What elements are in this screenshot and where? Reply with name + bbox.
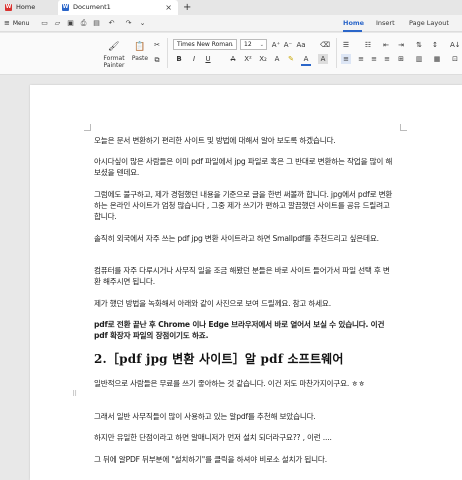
section-heading[interactable]: 2.［pdf jpg 변환 사이트］알 pdf 소프트웨어 xyxy=(94,350,344,367)
font-name-value: Times New Roman xyxy=(177,41,233,48)
paragraph[interactable]: 아시다싶이 많은 사람들은 이미 pdf 파일에서 jpg 파일로 혹은 그 반… xyxy=(94,156,396,178)
ribbon-separator xyxy=(167,38,168,68)
highlight-icon[interactable]: ✎ xyxy=(286,54,296,64)
italic-icon[interactable]: I xyxy=(189,54,199,64)
superscript-icon[interactable]: X² xyxy=(243,54,253,64)
paragraph[interactable]: 그럼에도 불구하고, 제가 경험했던 내용을 기준으로 글을 한번 써볼까 합니… xyxy=(94,189,396,222)
format-painter-label[interactable]: Format Painter xyxy=(100,55,128,69)
columns-icon[interactable]: ▥ xyxy=(414,54,424,64)
paragraph[interactable]: 일반적으로 사람들은 무료를 쓰기 좋아하는 것 같습니다. 이건 저도 마찬가… xyxy=(94,378,396,389)
justify-icon[interactable]: ≡ xyxy=(382,54,392,64)
sort-icon[interactable]: ⇅ xyxy=(414,40,424,50)
align-left-icon[interactable]: ≡ xyxy=(341,54,351,64)
text-effect-icon[interactable]: A xyxy=(272,54,282,64)
chevron-down-icon: ⌄ xyxy=(229,42,234,48)
tab-insert[interactable]: Insert xyxy=(376,19,395,27)
font-color-icon[interactable]: A xyxy=(301,54,311,66)
paragraph[interactable]: 그래서 일반 사무직들이 많이 사용하고 있는 알pdf를 추천해 보았습니다. xyxy=(94,411,396,422)
new-file-icon[interactable]: ▭ xyxy=(40,19,49,27)
paragraph[interactable]: 그 뒤에 알PDF 뒤부분에 "설치하기"를 클릭을 하셔야 비로소 설치가 됩… xyxy=(94,454,396,465)
paragraph[interactable]: 제가 했던 방법을 녹화해서 아래와 같이 사진으로 보여 드릴께요. 참고 하… xyxy=(94,298,396,309)
format-painter-icon[interactable]: 🖌 xyxy=(108,42,119,52)
sort-az-icon[interactable]: A↓ xyxy=(450,40,461,50)
add-tab-button[interactable]: + xyxy=(183,0,191,15)
wps-logo-icon: W xyxy=(5,4,12,11)
close-tab-icon[interactable]: × xyxy=(165,0,172,15)
copy-icon[interactable]: ⧉ xyxy=(152,55,162,65)
ribbon-separator xyxy=(336,38,337,68)
distribute-icon[interactable]: ⊞ xyxy=(396,54,406,64)
word-doc-icon: W xyxy=(62,4,69,11)
chevron-down-icon: ⌄ xyxy=(259,42,264,48)
tab-home-label: Home xyxy=(16,3,36,11)
menu-label: Menu xyxy=(12,19,30,27)
margin-corner-marker xyxy=(84,124,91,131)
paste-icon[interactable]: 📋 xyxy=(134,42,145,52)
tab-document-label: Document1 xyxy=(73,3,111,11)
line-spacing-icon[interactable]: ↕ xyxy=(430,40,440,50)
menu-button[interactable]: ≡ Menu xyxy=(4,19,29,27)
increase-indent-icon[interactable]: ⇥ xyxy=(396,40,406,50)
align-right-icon[interactable]: ≡ xyxy=(369,54,379,64)
active-tab-indicator xyxy=(343,30,362,32)
print-icon[interactable]: ⎙ xyxy=(79,19,88,28)
change-case-icon[interactable]: Aa xyxy=(296,40,306,50)
tab-home-ribbon[interactable]: Home xyxy=(343,19,364,27)
tab-document[interactable]: W Document1 × xyxy=(58,0,178,15)
shading-icon[interactable]: ▦ xyxy=(432,54,442,64)
clear-format-icon[interactable]: ⌫ xyxy=(320,40,330,50)
paragraph[interactable]: 하지만 유일한 단점이라고 하면 알매니저가 먼저 설치 되더라구요?? , 이… xyxy=(94,432,396,443)
align-center-icon[interactable]: ≡ xyxy=(356,54,366,64)
cut-icon[interactable]: ✂ xyxy=(152,40,162,50)
margin-corner-marker xyxy=(400,124,407,131)
drag-handle-icon[interactable]: ⠿ xyxy=(72,390,77,398)
save-icon[interactable]: ▣ xyxy=(66,19,75,27)
paragraph[interactable]: pdf로 전환 끝난 후 Chrome 이나 Edge 브라우저에서 바로 열어… xyxy=(94,319,396,341)
font-size-value: 12 xyxy=(244,41,252,48)
underline-icon[interactable]: U xyxy=(203,54,213,64)
redo-icon[interactable]: ↷ xyxy=(124,19,133,27)
paragraph[interactable]: 솔직히 외국에서 자주 쓰는 pdf jpg 변환 사이트라고 하면 Small… xyxy=(94,233,396,244)
paste-label[interactable]: Paste xyxy=(128,55,152,62)
chevron-down-icon[interactable]: ⌄ xyxy=(138,19,147,27)
decrease-font-icon[interactable]: A⁻ xyxy=(283,40,293,50)
decrease-indent-icon[interactable]: ⇤ xyxy=(381,40,391,50)
increase-font-icon[interactable]: A⁺ xyxy=(271,40,281,50)
hamburger-icon: ≡ xyxy=(4,19,10,27)
undo-icon[interactable]: ↶ xyxy=(107,19,116,27)
strikethrough-icon[interactable]: A xyxy=(228,54,238,64)
tab-home[interactable]: W Home xyxy=(2,0,57,15)
subscript-icon[interactable]: X₂ xyxy=(258,54,268,64)
border-icon[interactable]: ⊡ xyxy=(450,54,460,64)
paragraph[interactable]: 오늘은 문서 변환하기 편리한 사이트 및 방법에 대해서 알아 보도록 하겠습… xyxy=(94,135,396,146)
char-shading-icon[interactable]: A xyxy=(318,54,328,64)
numbered-list-icon[interactable]: ☷ xyxy=(363,40,373,50)
bold-icon[interactable]: B xyxy=(174,54,184,64)
print-preview-icon[interactable]: ▤ xyxy=(92,19,101,27)
open-folder-icon[interactable]: ▱ xyxy=(53,19,62,27)
tab-page-layout[interactable]: Page Layout xyxy=(409,19,449,27)
font-size-select[interactable]: 12 ⌄ xyxy=(240,39,267,50)
font-name-select[interactable]: Times New Roman ⌄ xyxy=(173,39,237,50)
bullet-list-icon[interactable]: ☰ xyxy=(341,40,351,50)
paragraph[interactable]: 컴퓨터를 자주 다루시거나 사무직 일을 조금 해봤던 분들은 바로 사이트 들… xyxy=(94,265,396,287)
